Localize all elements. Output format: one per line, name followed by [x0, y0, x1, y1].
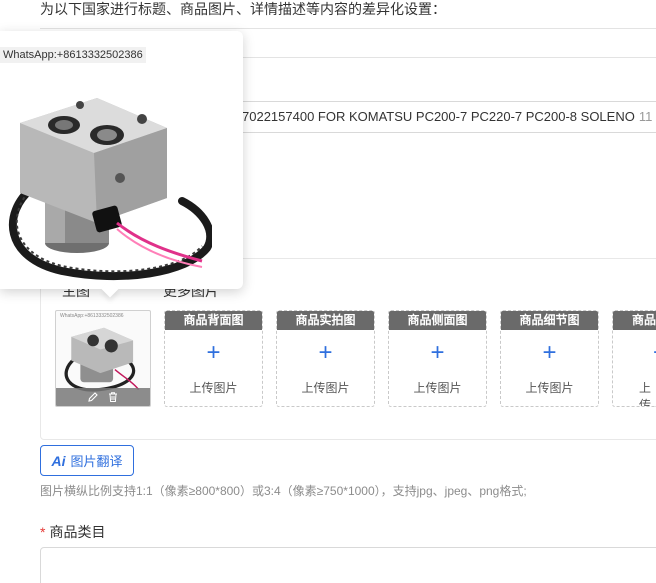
image-translate-button[interactable]: Ai 图片翻译	[40, 445, 134, 476]
solenoid-valve-image	[64, 327, 140, 392]
upload-slot-detail[interactable]: 商品细节图 + 上传图片	[500, 310, 599, 407]
title-char-count: 11	[638, 109, 653, 124]
image-preview-popover: WhatsApp:+8613332502386	[0, 31, 243, 289]
plus-icon: +	[430, 339, 445, 366]
solenoid-valve-preview	[8, 98, 212, 281]
upload-slot-back[interactable]: 商品背面图 + 上传图片	[164, 310, 263, 407]
edit-icon[interactable]	[87, 391, 99, 403]
image-requirements-hint: 图片横纵比例支持1:1（像素≥800*800）或3:4（像素≥750*1000）…	[40, 484, 527, 498]
upload-slot-real[interactable]: 商品实拍图 + 上传图片	[276, 310, 375, 407]
image-translate-label: 图片翻译	[70, 454, 123, 469]
category-label: * 商品类目	[40, 522, 105, 542]
category-select[interactable]	[40, 547, 656, 583]
slot-header: 商品实拍图	[277, 311, 374, 330]
slot-header: 商品细节图	[501, 311, 598, 330]
slot-header: 商品侧面图	[389, 311, 486, 330]
category-label-text: 商品类目	[49, 524, 106, 540]
upload-slot-side[interactable]: 商品侧面图 + 上传图片	[388, 310, 487, 407]
plus-icon: +	[206, 339, 221, 366]
slot-header: 商品	[613, 311, 656, 330]
delete-icon[interactable]	[107, 391, 119, 403]
plus-icon: +	[318, 339, 333, 366]
upload-label: 上传图片	[413, 381, 462, 395]
slot-header: 商品背面图	[165, 311, 262, 330]
preview-watermark: WhatsApp:+8613332502386	[0, 47, 146, 63]
upload-label: 上传图片	[525, 381, 574, 395]
plus-icon: +	[542, 339, 557, 366]
upload-label: 上传图片	[301, 381, 350, 395]
main-image-thumbnail[interactable]: WhatsApp:+8613332502386	[55, 310, 151, 407]
field-divider	[40, 28, 656, 29]
upload-label: 上传图片	[189, 381, 238, 395]
thumb-actions	[56, 388, 150, 406]
country-settings-note: 为以下国家进行标题、商品图片、详情描述等内容的差异化设置：	[40, 1, 446, 17]
upload-slot-partial[interactable]: 商品 + 上传	[612, 310, 656, 407]
upload-label: 上传	[639, 381, 652, 407]
ai-icon: Ai	[51, 452, 66, 469]
required-mark: *	[40, 524, 46, 540]
title-value: 7022157400 FOR KOMATSU PC200-7 PC220-7 P…	[242, 109, 635, 124]
plus-icon: +	[613, 341, 656, 365]
